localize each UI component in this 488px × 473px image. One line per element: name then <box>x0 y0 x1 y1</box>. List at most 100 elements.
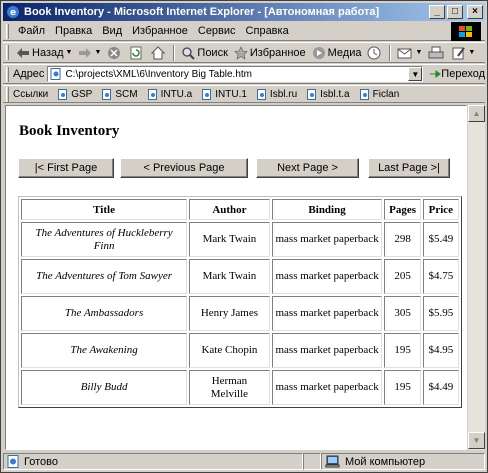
window-title: Book Inventory - Microsoft Internet Expl… <box>24 6 380 18</box>
cell-pages: 298 <box>384 222 421 257</box>
search-button[interactable]: Поиск <box>178 46 230 60</box>
cell-pages: 305 <box>384 296 421 331</box>
link-item[interactable]: GSP <box>58 88 93 100</box>
cell-author: Herman Melville <box>189 370 270 405</box>
cell-price: $4.75 <box>422 259 459 294</box>
home-button[interactable] <box>148 45 170 60</box>
menu-file[interactable]: Файл <box>13 25 50 37</box>
cell-binding: mass market paperback <box>271 370 383 405</box>
table-row: The Awakening Kate Chopin mass market pa… <box>21 333 459 368</box>
links-bar: Ссылки GSP SCM INTU.a INTU.1 Isbl.ru Isb… <box>3 85 485 103</box>
media-label: Медиа <box>327 46 362 59</box>
go-arrow-icon <box>430 70 442 78</box>
first-page-button[interactable]: |< First Page <box>18 158 114 178</box>
scroll-up-button[interactable]: ▲ <box>468 105 485 122</box>
column-header-pages: Pages <box>384 199 421 220</box>
toolbar-grip <box>6 45 9 60</box>
history-icon <box>367 46 381 59</box>
windows-logo-icon <box>451 22 481 41</box>
history-button[interactable] <box>364 46 386 60</box>
cell-title: The Adventures of Huckleberry Finn <box>21 222 188 257</box>
media-button[interactable]: Медиа <box>309 46 365 60</box>
back-button[interactable]: Назад ▼ <box>13 47 75 59</box>
maximize-button[interactable]: □ <box>447 5 463 19</box>
stop-icon <box>108 46 121 59</box>
menu-grip <box>6 23 9 39</box>
close-button[interactable]: × <box>467 5 483 19</box>
toolbar-separator-2 <box>389 44 392 61</box>
menu-edit[interactable]: Правка <box>50 25 97 37</box>
menu-help[interactable]: Справка <box>241 25 294 37</box>
link-label: INTU.1 <box>215 88 247 100</box>
cell-binding: mass market paperback <box>271 296 383 331</box>
links-label: Ссылки <box>13 88 49 100</box>
cell-binding: mass market paperback <box>271 333 383 368</box>
link-item[interactable]: Ficlan <box>359 88 400 100</box>
scroll-down-button[interactable]: ▼ <box>468 432 485 449</box>
menu-favorites[interactable]: Избранное <box>127 25 193 37</box>
cell-title: Billy Budd <box>21 370 188 405</box>
link-page-icon <box>58 88 68 100</box>
status-text: Готово <box>24 455 58 468</box>
favorites-button[interactable]: Избранное <box>231 45 309 60</box>
address-dropdown-button[interactable]: ▼ <box>408 67 423 81</box>
table-row: The Adventures of Tom Sawyer Mark Twain … <box>21 259 459 294</box>
previous-page-button[interactable]: < Previous Page <box>120 158 248 178</box>
search-label: Поиск <box>197 46 228 59</box>
link-label: GSP <box>71 88 93 100</box>
column-header-price: Price <box>422 199 459 220</box>
forward-button[interactable]: ▼ <box>75 47 104 59</box>
cell-pages: 195 <box>384 333 421 368</box>
column-header-binding: Binding <box>271 199 383 220</box>
home-icon <box>151 45 166 59</box>
page-content: Book Inventory |< First Page < Previous … <box>5 105 467 450</box>
zone-panel: Мой компьютер <box>321 453 485 470</box>
mail-button[interactable]: ▼ <box>394 46 425 60</box>
cell-pages: 205 <box>384 259 421 294</box>
address-bar: Адрес C:\projects\XML\6\Inventory Big Ta… <box>3 64 485 84</box>
link-item[interactable]: Isbl.ru <box>256 88 297 100</box>
edit-button[interactable]: ▼ <box>449 46 478 60</box>
refresh-button[interactable] <box>126 46 148 60</box>
link-label: Ficlan <box>372 88 400 100</box>
next-page-button[interactable]: Next Page > <box>256 158 359 178</box>
toolbar: Назад ▼ ▼ Поиск Избранное Медиа ▼ ▼ <box>3 42 485 63</box>
vertical-scrollbar[interactable]: ▲ ▼ <box>467 105 485 450</box>
back-label: Назад <box>32 46 64 59</box>
menu-view[interactable]: Вид <box>97 25 127 37</box>
toolbar-separator <box>173 44 176 61</box>
column-header-title: Title <box>21 199 188 220</box>
cell-author: Henry James <box>189 296 270 331</box>
status-bar: Готово Мой компьютер <box>3 452 485 471</box>
status-panel-empty <box>303 453 321 470</box>
address-label: Адрес <box>12 68 45 80</box>
cell-pages: 195 <box>384 370 421 405</box>
link-item[interactable]: Isbl.t.a <box>307 88 350 100</box>
link-item[interactable]: INTU.a <box>147 88 192 100</box>
last-page-button[interactable]: Last Page >| <box>368 158 450 178</box>
link-page-icon <box>307 88 317 100</box>
address-input[interactable]: C:\projects\XML\6\Inventory Big Table.ht… <box>47 66 424 82</box>
link-label: Isbl.t.a <box>320 88 350 100</box>
menu-tools[interactable]: Сервис <box>193 25 241 37</box>
cell-binding: mass market paperback <box>271 222 383 257</box>
column-header-author: Author <box>189 199 270 220</box>
cell-binding: mass market paperback <box>271 259 383 294</box>
ie-icon: e <box>7 6 19 18</box>
table-row: The Ambassadors Henry James mass market … <box>21 296 459 331</box>
title-bar: e Book Inventory - Microsoft Internet Ex… <box>3 3 485 21</box>
media-icon <box>312 46 325 59</box>
link-page-icon <box>202 88 212 100</box>
print-button[interactable] <box>425 46 449 60</box>
minimize-button[interactable]: _ <box>429 5 445 19</box>
mail-icon <box>397 48 412 58</box>
cell-price: $4.49 <box>422 370 459 405</box>
link-item[interactable]: SCM <box>102 88 138 100</box>
stop-button[interactable] <box>104 46 126 60</box>
print-icon <box>428 46 444 58</box>
go-button[interactable]: Переход <box>429 68 485 80</box>
cell-title: The Adventures of Tom Sawyer <box>21 259 188 294</box>
link-item[interactable]: INTU.1 <box>202 88 247 100</box>
go-label: Переход <box>441 68 485 80</box>
my-computer-icon <box>325 455 340 468</box>
